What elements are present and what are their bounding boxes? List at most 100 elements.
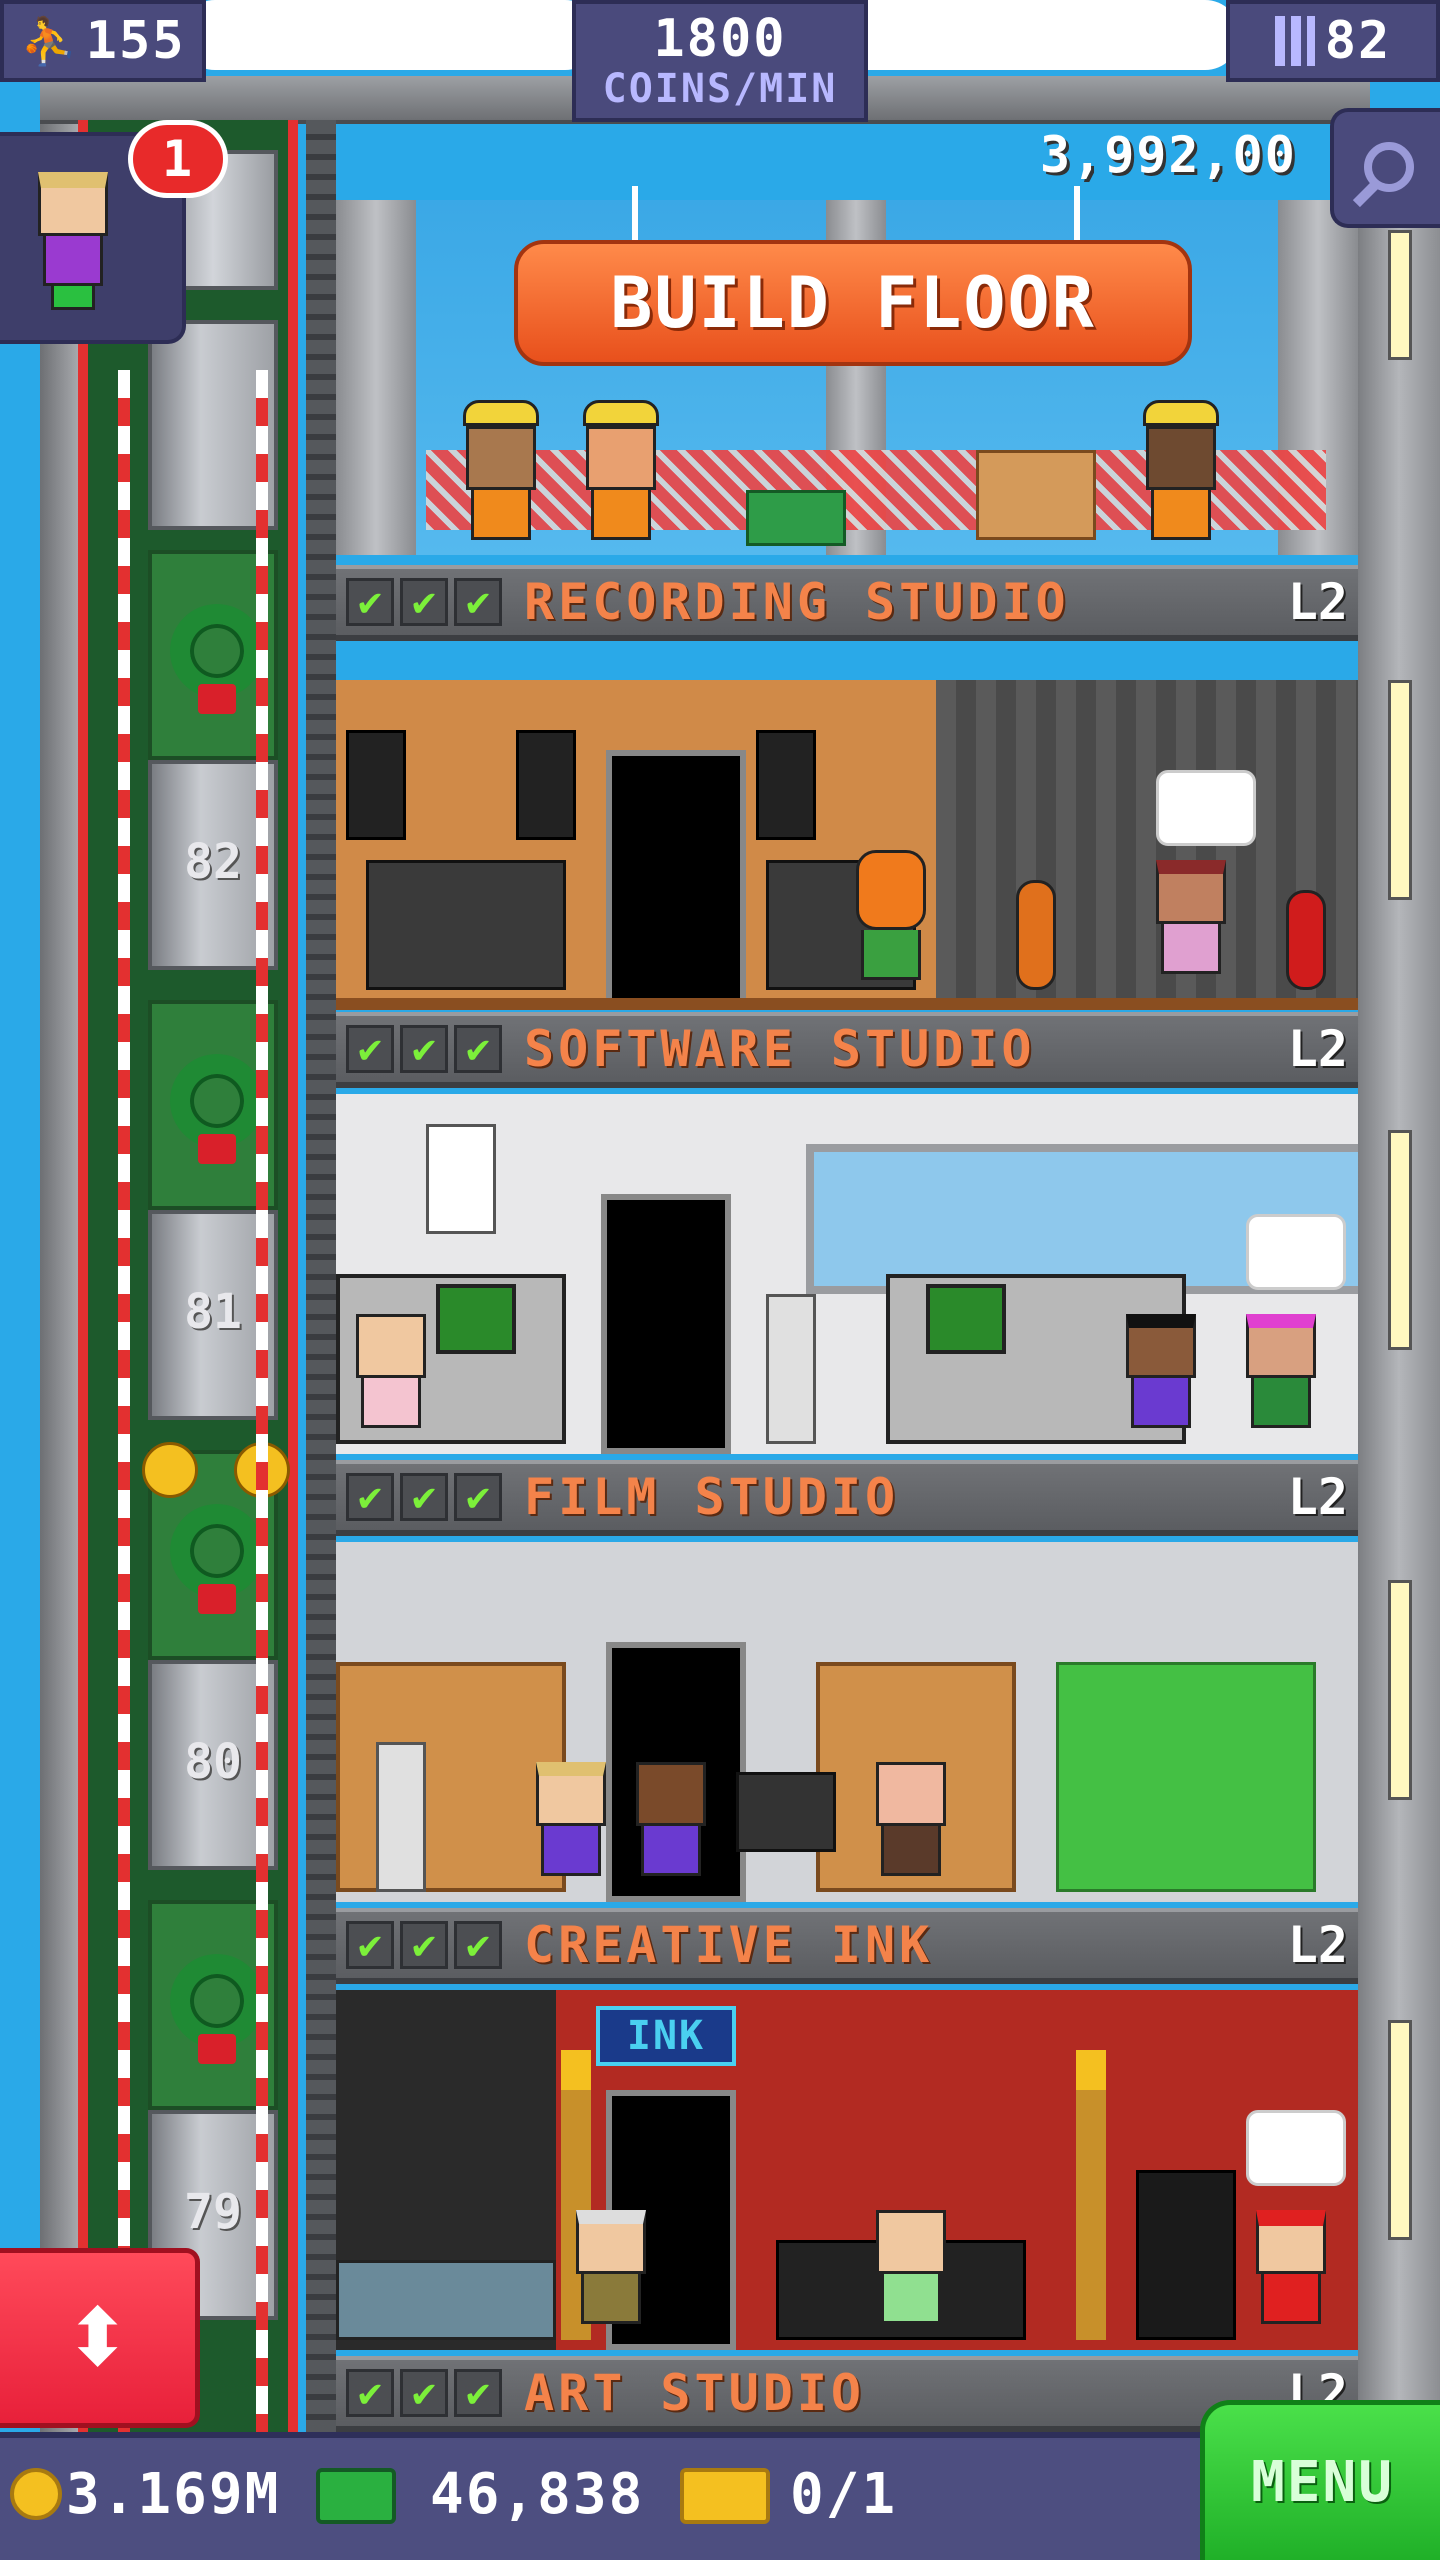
cash-icon (316, 2468, 396, 2524)
recording-studio-room[interactable] (336, 680, 1358, 1010)
guitar (1286, 890, 1326, 990)
magnifier-handle (1352, 178, 1382, 208)
building-icon (1274, 16, 1315, 66)
check-icon: ✔ (454, 1473, 502, 1521)
toolbox (746, 490, 846, 546)
tattoo-chair (1136, 2170, 1236, 2340)
menu-button[interactable]: MENU (1200, 2400, 1440, 2560)
floor-name: FILM STUDIO (524, 1468, 900, 1526)
tower-window (1388, 1130, 1412, 1350)
worker-character (1246, 1314, 1316, 1428)
santa-character (1256, 2210, 1326, 2324)
floor-label-bar[interactable]: ✔ ✔ ✔ RECORDING STUDIO L2 (336, 565, 1358, 641)
floor-name: RECORDING STUDIO (524, 573, 1070, 631)
film-camera (736, 1772, 836, 1852)
worker-character (576, 2210, 646, 2324)
lamp (1076, 2050, 1106, 2340)
speaker (756, 730, 816, 840)
elevator-control-button[interactable]: ⬍ (0, 2248, 200, 2428)
floors-counter[interactable]: 82 (1226, 0, 1440, 82)
construction-cost: 3,992,00 (1040, 126, 1297, 184)
floor-label-bar[interactable]: ✔ ✔ ✔ CREATIVE INK L2 (336, 1908, 1358, 1984)
candy-cane-stripe (256, 370, 268, 2440)
floor-level: L2 (1287, 1020, 1348, 1078)
computer-monitor (436, 1284, 516, 1354)
thought-bubble (1246, 2110, 1346, 2186)
check-icon: ✔ (454, 1025, 502, 1073)
worker-character (876, 2210, 946, 2324)
population-value: 155 (85, 11, 186, 71)
speaker (346, 730, 406, 840)
construction-worker (1143, 400, 1219, 540)
population-counter[interactable]: ⛹ 155 (0, 0, 206, 82)
creative-ink-room[interactable]: INK (336, 1990, 1358, 2350)
star-icon (142, 1442, 198, 1498)
check-icon: ✔ (400, 2369, 448, 2417)
musician-character (1156, 860, 1226, 974)
coins-value: 3.169M (66, 2462, 281, 2527)
tower-window (1388, 1580, 1412, 1800)
floors-value: 82 (1324, 11, 1392, 71)
construction-worker (583, 400, 659, 540)
calendar (426, 1124, 496, 1234)
check-icon: ✔ (346, 1025, 394, 1073)
coins-rate-unit: COINS/MIN (602, 66, 838, 112)
cloud (820, 0, 1240, 70)
floor-strip (336, 998, 1358, 1010)
check-icon: ✔ (400, 1025, 448, 1073)
floor-name: ART STUDIO (524, 2364, 866, 2422)
check-icon: ✔ (454, 2369, 502, 2417)
thought-bubble (1246, 1214, 1346, 1290)
coin-icon (10, 2468, 62, 2520)
crate (976, 450, 1096, 540)
check-icon: ✔ (346, 578, 394, 626)
building-left-wall (40, 100, 80, 2440)
coins-rate-value: 1800 (653, 9, 787, 69)
speaker (516, 730, 576, 840)
computer-monitor (926, 1284, 1006, 1354)
floor-label-bar[interactable]: ✔ ✔ ✔ FILM STUDIO L2 (336, 1460, 1358, 1536)
floor-name: CREATIVE INK (524, 1916, 934, 1974)
worker-character (536, 1762, 606, 1876)
mixing-desk (366, 860, 566, 990)
build-floor-sign-wire (632, 186, 638, 246)
ticket-icon (680, 2468, 770, 2524)
guitar (1016, 880, 1056, 990)
tower-window (1388, 230, 1412, 360)
thought-bubble (1156, 770, 1256, 846)
construction-worker (463, 400, 539, 540)
check-icon: ✔ (400, 578, 448, 626)
person-icon: ⛹ (20, 13, 80, 68)
software-studio-room[interactable] (336, 1094, 1358, 1454)
green-screen (1056, 1662, 1316, 1892)
tower-window (1388, 680, 1412, 900)
up-down-arrows-icon: ⬍ (63, 2291, 132, 2384)
visitor-avatar (38, 172, 108, 310)
notification-badge: 1 (128, 120, 228, 198)
worker-character (1126, 1314, 1196, 1428)
tickets-value: 0/1 (790, 2462, 898, 2527)
steel-column (336, 200, 416, 555)
coins-per-minute[interactable]: 1800 COINS/MIN (572, 0, 868, 122)
check-icon: ✔ (346, 1921, 394, 1969)
search-button[interactable] (1330, 108, 1440, 228)
check-icon: ✔ (454, 1921, 502, 1969)
build-floor-button[interactable]: BUILD FLOOR (514, 240, 1192, 366)
build-floor-sign-wire (1074, 186, 1080, 246)
check-icon: ✔ (454, 578, 502, 626)
floor-level: L2 (1287, 573, 1348, 631)
bux-value: 46,838 (430, 2462, 645, 2527)
check-icon: ✔ (400, 1921, 448, 1969)
director-character (876, 1762, 946, 1876)
game-screen: 82 81 80 79 BUILD FLOOR 3,992,00 ✔ ✔ ✔ REC… (0, 0, 1440, 2560)
film-studio-room[interactable] (336, 1542, 1358, 1902)
floor-label-bar[interactable]: ✔ ✔ ✔ SOFTWARE STUDIO L2 (336, 1012, 1358, 1088)
worker-character (356, 1314, 426, 1428)
wooden-cabinet (336, 1662, 566, 1892)
check-icon: ✔ (346, 2369, 394, 2417)
glass-counter (336, 2260, 556, 2340)
tower-window (1388, 2020, 1412, 2240)
floor-level: L2 (1287, 1468, 1348, 1526)
ink-sign: INK (596, 2006, 736, 2066)
doorway (601, 1194, 731, 1454)
